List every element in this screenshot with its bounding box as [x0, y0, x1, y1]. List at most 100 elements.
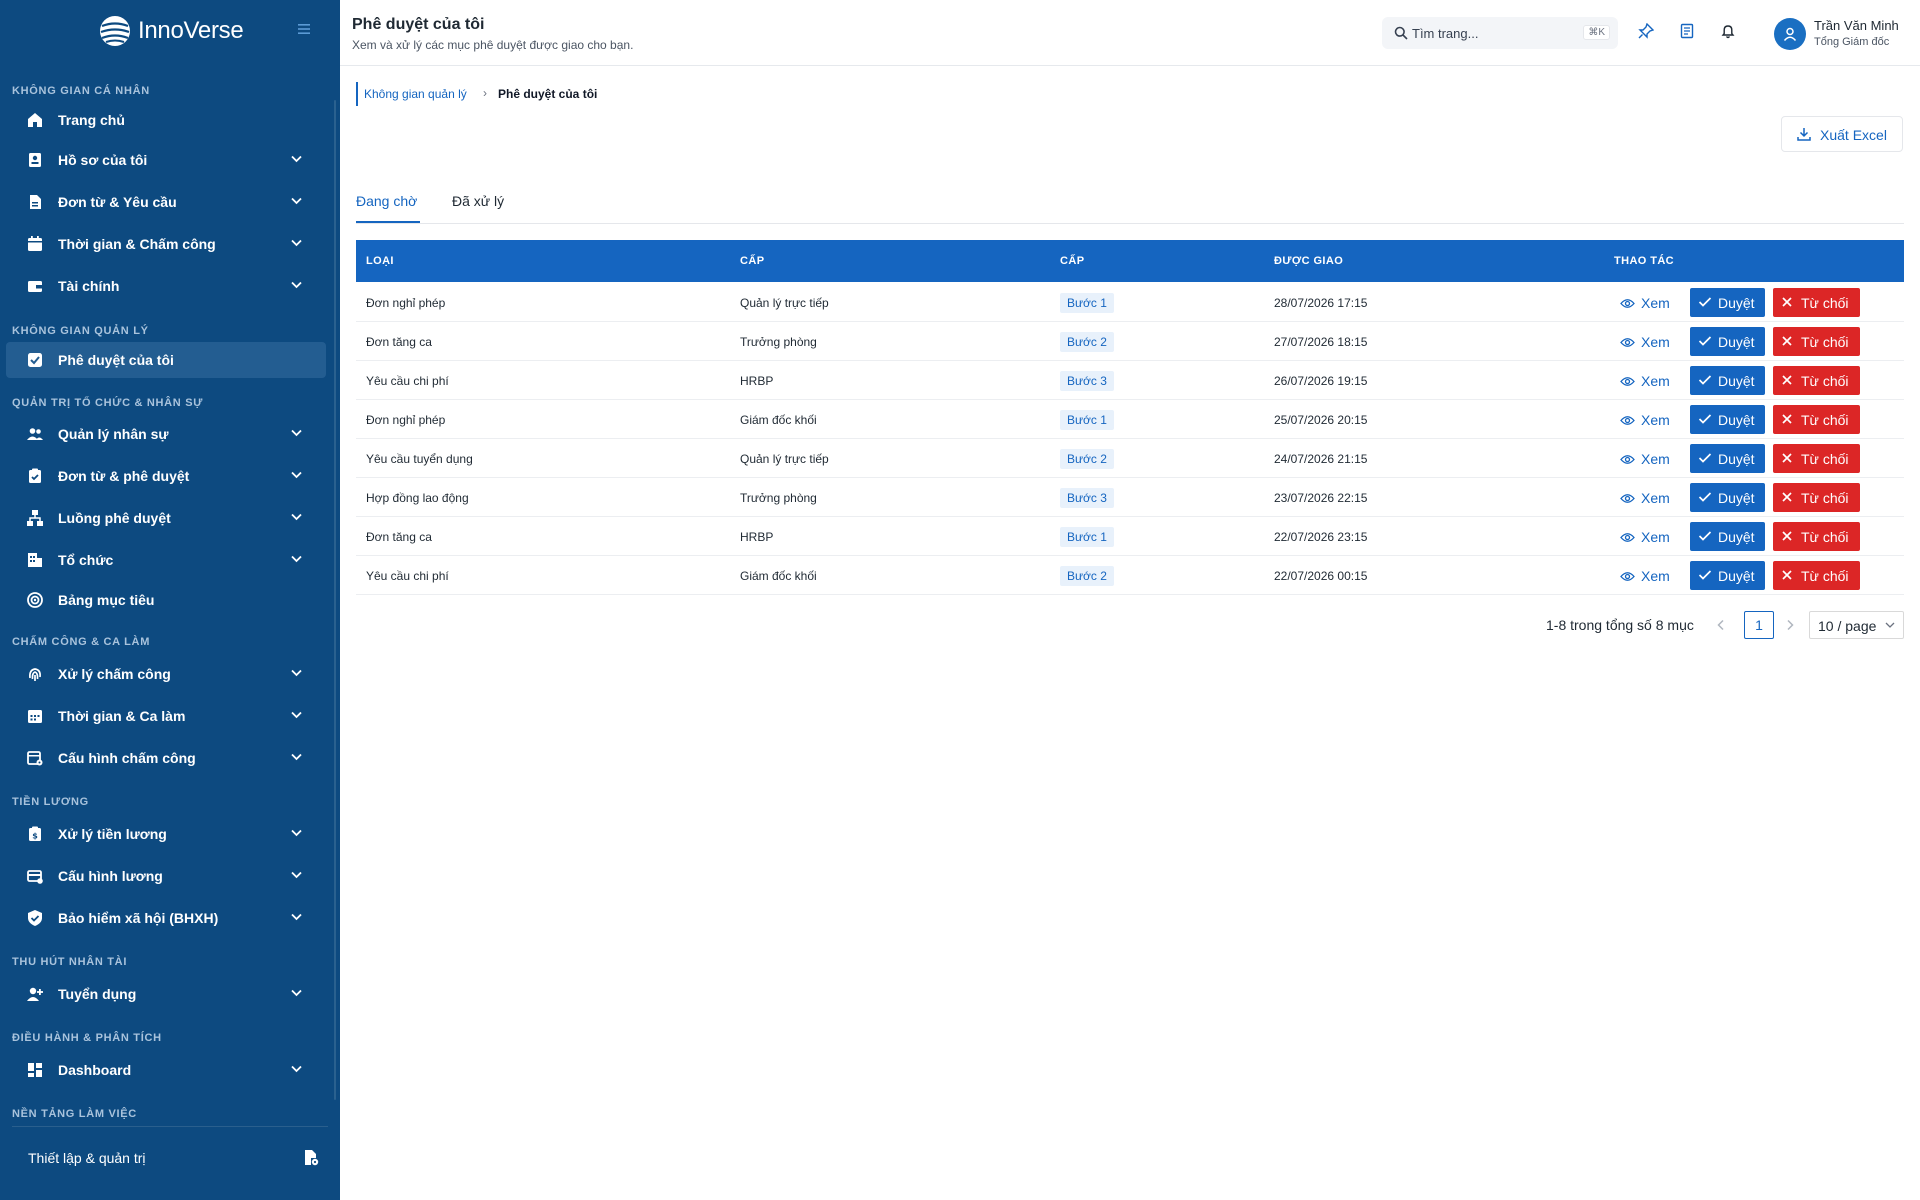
sidebar-item-my-approvals[interactable]: Phê duyệt của tôi — [6, 342, 326, 378]
sidebar-item-hr-management[interactable]: Quản lý nhân sự — [6, 416, 326, 452]
search-box[interactable]: ⌘K — [1382, 17, 1618, 49]
section-title-personal: Không gian cá nhân — [12, 85, 150, 97]
approve-button[interactable]: Duyệt — [1690, 444, 1765, 473]
sidebar-item-time-shifts[interactable]: Thời gian & Ca làm — [6, 698, 326, 734]
reject-button[interactable]: Từ chối — [1773, 561, 1860, 590]
breadcrumb-link-management[interactable]: Không gian quản lý — [364, 87, 467, 101]
export-excel-button[interactable]: Xuất Excel — [1781, 116, 1903, 152]
approve-button[interactable]: Duyệt — [1690, 366, 1765, 395]
sidebar-item-profile[interactable]: Hồ sơ của tôi — [6, 142, 326, 178]
view-button[interactable]: Xem — [1620, 292, 1670, 314]
approve-label: Duyệt — [1718, 295, 1755, 311]
reject-button[interactable]: Từ chối — [1773, 522, 1860, 551]
view-button[interactable]: Xem — [1620, 448, 1670, 470]
sidebar-item-organization[interactable]: Tổ chức — [6, 542, 326, 578]
sidebar-item-salary-config[interactable]: Cấu hình lương — [6, 858, 326, 894]
cell-assigned: 24/07/2026 21:15 — [1274, 452, 1368, 466]
reject-button[interactable]: Từ chối — [1773, 405, 1860, 434]
user-role: Tổng Giám đốc — [1814, 36, 1890, 48]
view-button[interactable]: Xem — [1620, 487, 1670, 509]
sidebar-item-payroll-processing[interactable]: $ Xử lý tiền lương — [6, 816, 326, 852]
view-label: Xem — [1641, 529, 1670, 545]
sidebar-item-label: Thời gian & Chấm công — [58, 236, 216, 252]
tab-processed[interactable]: Đã xử lý — [452, 193, 504, 209]
check-icon — [1698, 336, 1712, 346]
approve-button[interactable]: Duyệt — [1690, 483, 1765, 512]
sidebar-item-requests[interactable]: Đơn từ & Yêu cầu — [6, 184, 326, 220]
view-button[interactable]: Xem — [1620, 370, 1670, 392]
reject-button[interactable]: Từ chối — [1773, 444, 1860, 473]
view-button[interactable]: Xem — [1620, 565, 1670, 587]
wallet-icon — [28, 281, 42, 292]
sidebar-scrollbar[interactable] — [334, 100, 336, 1100]
approve-button[interactable]: Duyệt — [1690, 405, 1765, 434]
reject-label: Từ chối — [1801, 373, 1849, 389]
sidebar-item-label: Luồng phê duyệt — [58, 510, 171, 526]
sidebar-item-settings[interactable]: Thiết lập & quản trị — [0, 1140, 340, 1176]
step-badge: Bước 3 — [1060, 488, 1114, 508]
cell-type: Đơn tăng ca — [366, 335, 432, 349]
sidebar-item-label: Trang chủ — [58, 112, 125, 128]
reject-button[interactable]: Từ chối — [1773, 483, 1860, 512]
chevron-down-icon — [1885, 622, 1895, 628]
cell-type: Yêu cầu chi phí — [366, 374, 449, 388]
sidebar-item-home[interactable]: Trang chủ — [6, 102, 326, 138]
payroll-icon: $ — [29, 826, 41, 841]
eye-icon — [1620, 298, 1635, 308]
pagination-page-1[interactable]: 1 — [1744, 611, 1774, 639]
sidebar-item-goals[interactable]: Bảng mục tiêu — [6, 582, 326, 618]
chevron-right-icon[interactable] — [1785, 619, 1795, 631]
search-shortcut-badge: ⌘K — [1583, 25, 1610, 40]
reject-button[interactable]: Từ chối — [1773, 366, 1860, 395]
sidebar-item-approval-flow[interactable]: Luồng phê duyệt — [6, 500, 326, 536]
table-row: Đơn nghỉ phép Quản lý trực tiếp Bước 1 28/0… — [356, 283, 1904, 322]
pin-icon[interactable] — [1638, 23, 1654, 39]
reject-button[interactable]: Từ chối — [1773, 327, 1860, 356]
reject-button[interactable]: Từ chối — [1773, 288, 1860, 317]
view-button[interactable]: Xem — [1620, 331, 1670, 353]
sidebar-item-time-attendance[interactable]: Thời gian & Chấm công — [6, 226, 326, 262]
avatar[interactable] — [1774, 18, 1806, 50]
user-add-icon — [27, 987, 43, 1001]
settings-label: Thiết lập & quản trị — [28, 1150, 146, 1166]
menu-collapse-icon[interactable] — [297, 22, 311, 36]
step-badge: Bước 1 — [1060, 527, 1114, 547]
sidebar-item-finance[interactable]: Tài chính — [6, 268, 326, 304]
cell-assigned: 28/07/2026 17:15 — [1274, 296, 1368, 310]
tab-pending[interactable]: Đang chờ — [356, 193, 417, 209]
view-button[interactable]: Xem — [1620, 409, 1670, 431]
export-excel-label: Xuất Excel — [1820, 127, 1887, 143]
approve-label: Duyệt — [1718, 529, 1755, 545]
sidebar-item-social-insurance[interactable]: Bảo hiểm xã hội (BHXH) — [6, 900, 326, 936]
eye-icon — [1620, 337, 1635, 347]
sidebar-divider — [12, 1126, 328, 1127]
approve-button[interactable]: Duyệt — [1690, 288, 1765, 317]
table-row: Đơn tăng ca HRBP Bước 1 22/07/2026 23:15 Xem… — [356, 517, 1904, 556]
view-button[interactable]: Xem — [1620, 526, 1670, 548]
sidebar-item-forms-approvals[interactable]: Đơn từ & phê duyệt — [6, 458, 326, 494]
step-badge: Bước 2 — [1060, 449, 1114, 469]
user-icon — [1783, 27, 1797, 42]
approve-button[interactable]: Duyệt — [1690, 522, 1765, 551]
section-title-payroll: Tiền lương — [12, 796, 89, 808]
sidebar-item-label: Tài chính — [58, 278, 120, 294]
search-input[interactable] — [1412, 23, 1562, 43]
notebook-icon[interactable] — [1679, 23, 1695, 39]
cell-assigned: 23/07/2026 22:15 — [1274, 491, 1368, 505]
approve-button[interactable]: Duyệt — [1690, 561, 1765, 590]
brand-name: InnoVerse — [138, 17, 244, 44]
bell-icon[interactable] — [1720, 23, 1736, 39]
section-title-management: Không gian quản lý — [12, 325, 149, 337]
brand-logo[interactable]: InnoVerse — [98, 14, 244, 48]
chevron-left-icon[interactable] — [1716, 619, 1726, 631]
column-header-level: Cấp — [740, 255, 765, 267]
sidebar-item-recruitment[interactable]: Tuyển dụng — [6, 976, 326, 1012]
approve-button[interactable]: Duyệt — [1690, 327, 1765, 356]
page-size-select[interactable]: 10 / page — [1809, 611, 1904, 639]
sidebar-item-attendance-config[interactable]: Cấu hình chấm công — [6, 740, 326, 776]
sidebar-item-label: Thời gian & Ca làm — [58, 708, 186, 724]
sidebar-item-dashboard[interactable]: Dashboard — [6, 1052, 326, 1088]
sidebar-item-attendance-processing[interactable]: Xử lý chấm công — [6, 656, 326, 692]
cell-level: Trưởng phòng — [740, 335, 817, 349]
sidebar-item-label: Phê duyệt của tôi — [58, 352, 174, 368]
